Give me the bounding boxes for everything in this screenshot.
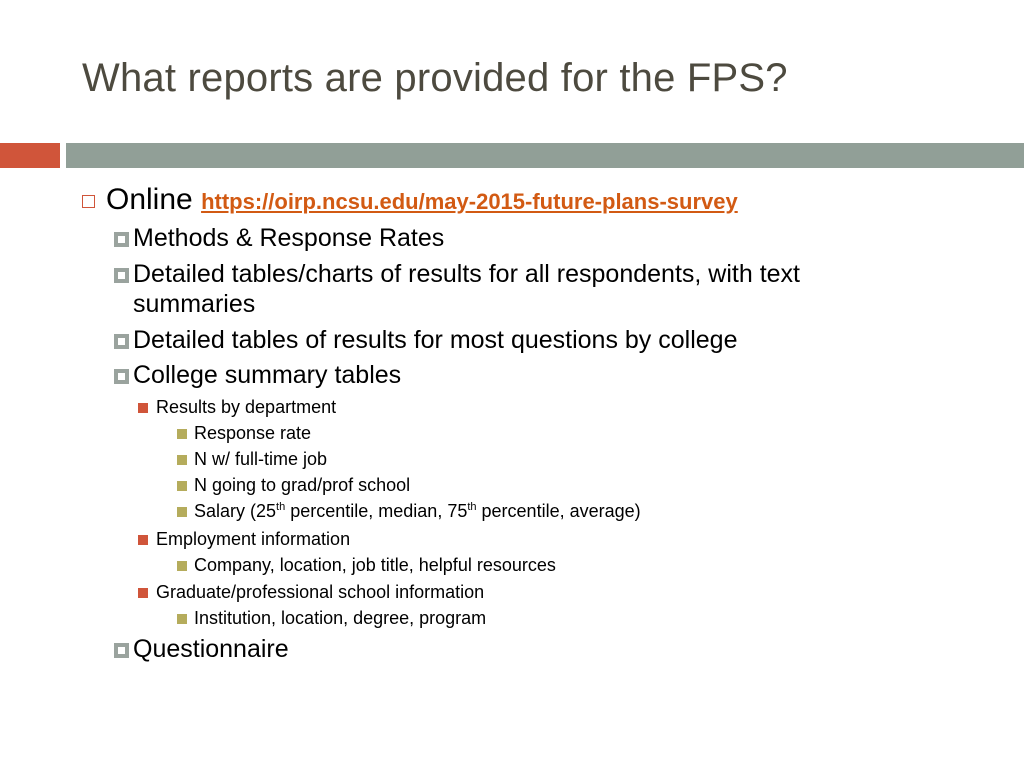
- list-item-employment: Employment information: [156, 529, 351, 549]
- title-bar: [66, 143, 1024, 168]
- list-item-grad-details: Institution, location, degree, program: [194, 608, 487, 628]
- list-item-employment-details: Company, location, job title, helpful re…: [194, 555, 556, 575]
- online-item: Online https://oirp.ncsu.edu/may-2015-fu…: [106, 183, 738, 217]
- list-item-results-by-department: Results by department: [156, 397, 337, 417]
- title-bar-accent: [0, 143, 60, 168]
- list-item-n-job: N w/ full-time job: [194, 449, 328, 469]
- list-item-n-grad: N going to grad/prof school: [194, 475, 411, 495]
- square-bullet-icon: [114, 232, 129, 247]
- list-item-detailed-college: Detailed tables of results for most ques…: [133, 326, 738, 354]
- hollow-square-bullet-icon: [82, 195, 95, 208]
- square-bullet-icon: [114, 369, 129, 384]
- square-bullet-icon: [114, 268, 129, 283]
- olive-square-bullet-icon: [177, 561, 187, 571]
- online-label: Online: [106, 183, 193, 216]
- red-square-bullet-icon: [138, 403, 148, 413]
- list-item-salary: Salary (25th percentile, median, 75th pe…: [194, 501, 641, 521]
- list-item-methods: Methods & Response Rates: [133, 224, 445, 252]
- olive-square-bullet-icon: [177, 455, 187, 465]
- olive-square-bullet-icon: [177, 481, 187, 491]
- slide-title: What reports are provided for the FPS?: [82, 56, 788, 100]
- list-item-response-rate: Response rate: [194, 423, 312, 443]
- olive-square-bullet-icon: [177, 614, 187, 624]
- square-bullet-icon: [114, 334, 129, 349]
- olive-square-bullet-icon: [177, 429, 187, 439]
- red-square-bullet-icon: [138, 588, 148, 598]
- list-item-detailed-charts-cont: summaries: [133, 290, 256, 318]
- red-square-bullet-icon: [138, 535, 148, 545]
- list-item-college-summary: College summary tables: [133, 361, 402, 389]
- list-item-grad-school: Graduate/professional school information: [156, 582, 485, 602]
- survey-link[interactable]: https://oirp.ncsu.edu/may-2015-future-pl…: [201, 189, 738, 214]
- list-item-detailed-charts: Detailed tables/charts of results for al…: [133, 260, 800, 288]
- square-bullet-icon: [114, 643, 129, 658]
- list-item-questionnaire: Questionnaire: [133, 635, 289, 663]
- olive-square-bullet-icon: [177, 507, 187, 517]
